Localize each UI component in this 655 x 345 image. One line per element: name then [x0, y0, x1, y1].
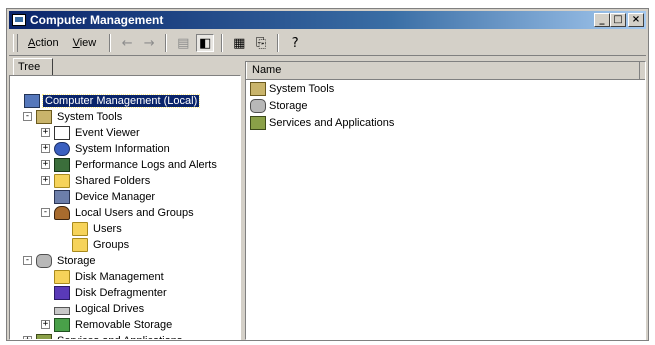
tree-item[interactable]: Disk Defragmenter [54, 285, 169, 301]
tree-item-label: Device Manager [75, 191, 156, 203]
title-bar[interactable]: Computer Management _ □ × [9, 11, 646, 29]
users-groups-icon [54, 206, 70, 220]
list-item[interactable]: Storage [246, 97, 645, 114]
tree-item-label: Users [93, 223, 122, 235]
tree-item-label: Removable Storage [75, 319, 173, 331]
tree-item-label: Performance Logs and Alerts [75, 159, 217, 171]
tree-pane[interactable]: Computer Management (Local) - System Tools… [9, 75, 241, 340]
window-title: Computer Management [30, 13, 164, 27]
properties-icon[interactable]: ▦ [230, 34, 248, 52]
storage-icon [250, 98, 266, 113]
tree-item[interactable]: + System Information [41, 141, 172, 157]
left-pane-tabs: Tree [9, 56, 241, 77]
tree-item[interactable]: Device Manager [54, 189, 157, 205]
services-icon [250, 115, 266, 130]
list-item-label: Services and Applications [269, 116, 395, 129]
maximize-button[interactable]: □ [610, 13, 626, 27]
menu-view-label-rest: iew [79, 37, 97, 49]
tree-item-label: Computer Management (Local) [41, 94, 201, 108]
list-item[interactable]: System Tools [246, 80, 645, 97]
tree-item-label: Shared Folders [75, 175, 151, 187]
tree-item[interactable]: Computer Management (Local) [24, 93, 201, 109]
expand-icon[interactable]: + [41, 176, 50, 185]
tree-item[interactable]: - Local Users and Groups [41, 205, 196, 221]
up-folder-icon[interactable]: ▤ [174, 34, 192, 52]
disk-management-icon [54, 270, 70, 284]
menu-action-label-rest: ction [35, 37, 59, 49]
help-icon[interactable]: ? [286, 34, 304, 52]
system-info-icon [54, 142, 70, 156]
close-button[interactable]: × [628, 13, 644, 27]
collapse-icon[interactable]: - [23, 112, 32, 121]
tree-item[interactable]: Users [72, 221, 124, 237]
tree-item-label: Disk Management [75, 271, 164, 283]
column-header-name[interactable]: Name [246, 62, 640, 79]
collapse-icon[interactable]: - [23, 256, 32, 265]
tree-item[interactable]: Disk Management [54, 269, 166, 285]
shared-folder-icon [54, 174, 70, 188]
computer-icon [24, 94, 40, 108]
defragmenter-icon [54, 286, 70, 300]
performance-icon [54, 158, 70, 172]
services-icon [36, 334, 52, 339]
tree-item[interactable]: + Services and Applications [23, 333, 184, 339]
tree-item[interactable]: - System Tools [23, 109, 124, 125]
toolbar-grip[interactable] [13, 34, 18, 52]
tree-item[interactable]: + Performance Logs and Alerts [41, 157, 219, 173]
tree-item-label: Groups [93, 239, 130, 251]
tree-item-label: Storage [57, 255, 96, 267]
toolbar-separator [277, 34, 280, 52]
tree-item[interactable]: - Storage [23, 253, 98, 269]
tree-item[interactable]: + Event Viewer [41, 125, 142, 141]
toolbar-separator [109, 34, 112, 52]
tree-item[interactable]: + Removable Storage [41, 317, 174, 333]
expand-icon[interactable]: + [41, 144, 50, 153]
details-list: System Tools Storage Services and Applicat… [246, 80, 645, 131]
expand-icon[interactable]: + [23, 336, 32, 339]
list-item-label: System Tools [269, 82, 335, 95]
back-arrow-icon[interactable]: ← [118, 34, 136, 52]
tools-icon [250, 81, 266, 96]
tree-item[interactable]: Groups [72, 237, 131, 253]
show-hide-tree-icon[interactable]: ◧ [196, 34, 215, 52]
export-list-icon[interactable]: ⎘ [252, 34, 270, 52]
column-header-row: Name [246, 62, 645, 80]
folder-icon [72, 222, 88, 236]
computer-management-icon [12, 14, 26, 26]
storage-icon [36, 254, 52, 268]
menu-view[interactable]: View [67, 35, 103, 51]
list-item[interactable]: Services and Applications [246, 114, 645, 131]
logical-drives-icon [54, 306, 70, 315]
removable-storage-icon [54, 318, 70, 332]
tree-item[interactable]: + Shared Folders [41, 173, 152, 189]
computer-management-window: Computer Management _ □ × Action View ← … [6, 8, 649, 341]
tree-item-label: Logical Drives [75, 303, 145, 315]
tree-item-label: Local Users and Groups [75, 207, 194, 219]
device-manager-icon [54, 190, 70, 204]
tools-icon [36, 110, 52, 124]
toolbar-separator [221, 34, 224, 52]
expand-icon[interactable]: + [41, 320, 50, 329]
tree-item-label: Services and Applications [55, 335, 184, 339]
toolbar: Action View ← → ▤ ◧ ▦ ⎘ ? [9, 31, 646, 56]
event-viewer-icon [54, 126, 70, 140]
expand-icon[interactable]: + [41, 160, 50, 169]
tree-item[interactable]: Logical Drives [54, 301, 146, 317]
collapse-icon[interactable]: - [41, 208, 50, 217]
tree-item-label: System Information [75, 143, 170, 155]
tree-item-label: Event Viewer [75, 127, 140, 139]
toolbar-separator [165, 34, 168, 52]
details-pane[interactable]: Name System Tools Storage Services and App… [245, 61, 646, 340]
menu-action[interactable]: Action [22, 35, 65, 51]
forward-arrow-icon[interactable]: → [140, 34, 158, 52]
folder-icon [72, 238, 88, 252]
tree-item-label: System Tools [57, 111, 123, 123]
list-item-label: Storage [269, 99, 308, 112]
tree-item-label: Disk Defragmenter [75, 287, 167, 299]
minimize-button[interactable]: _ [594, 13, 610, 27]
expand-icon[interactable]: + [41, 128, 50, 137]
